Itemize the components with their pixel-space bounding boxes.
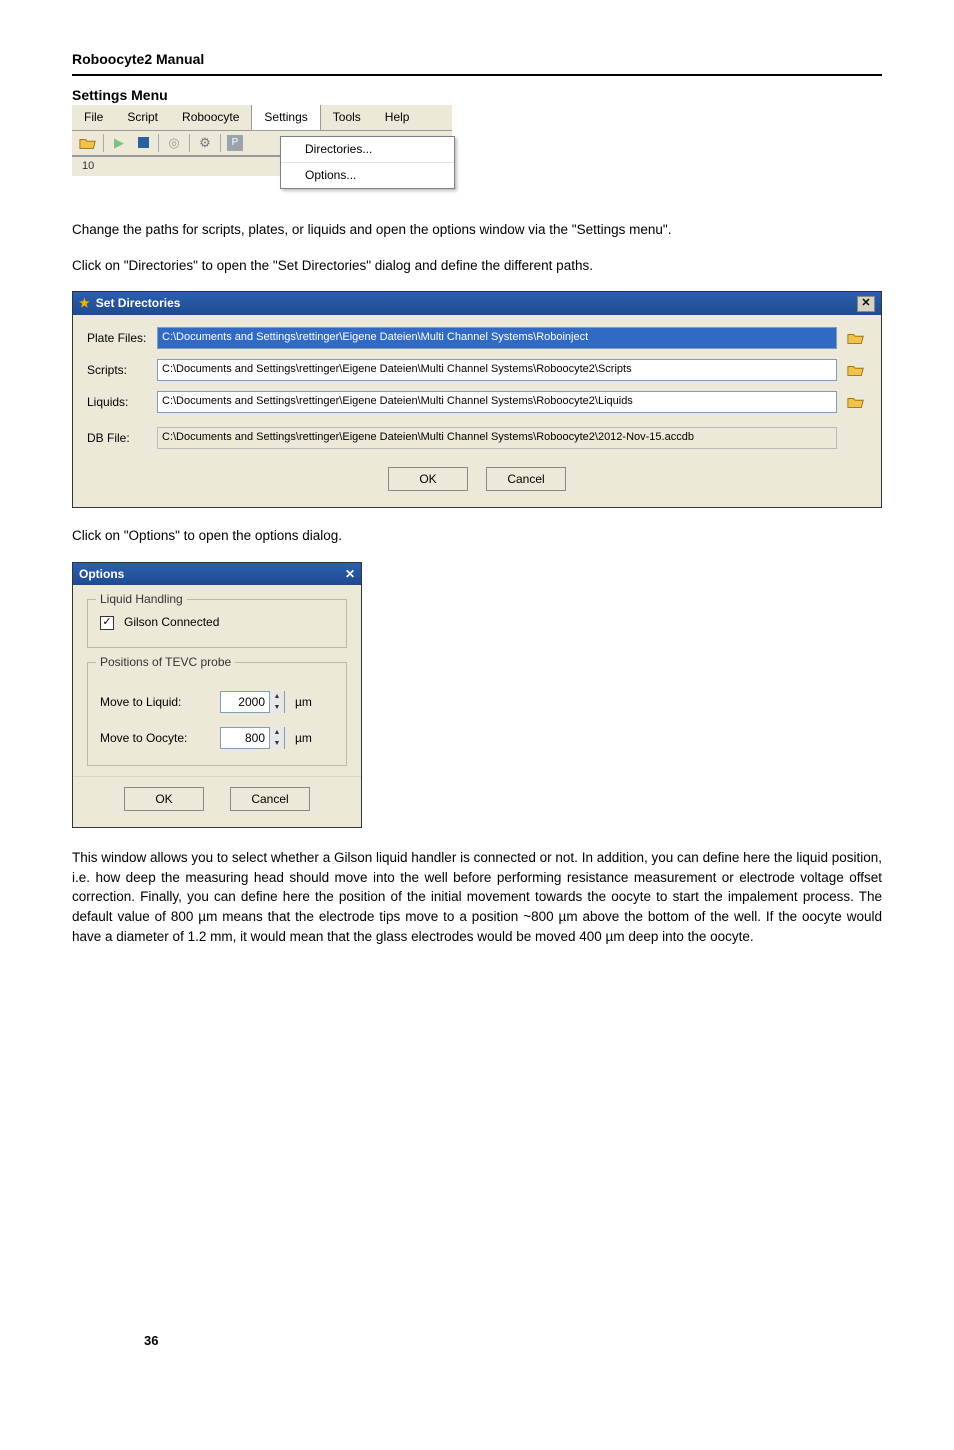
label-move-to-liquid: Move to Liquid: [100,694,210,711]
options-buttons: OK Cancel [73,776,361,827]
settings-dropdown: Directories... Options... [280,136,455,189]
toolbar-separator [189,134,190,152]
dialog-buttons: OK Cancel [87,467,867,491]
dialog-body: Plate Files: C:\Documents and Settings\r… [73,315,881,507]
field-liquids[interactable]: C:\Documents and Settings\rettinger\Eige… [157,391,837,413]
options-ok-button[interactable]: OK [124,787,204,811]
value-move-to-oocyte[interactable]: 800 [221,730,269,747]
row-db-file: DB File: C:\Documents and Settings\retti… [87,427,867,449]
menu-file[interactable]: File [72,105,115,130]
unit-move-to-liquid: µm [295,694,312,711]
unit-move-to-oocyte: µm [295,730,312,747]
play-icon[interactable]: ▶ [110,134,128,152]
checkbox-row: ✓ Gilson Connected [100,614,334,631]
label-liquids: Liquids: [87,394,157,411]
row-plate-files: Plate Files: C:\Documents and Settings\r… [87,327,867,349]
label-db-file: DB File: [87,430,157,447]
toolbar-separator [158,134,159,152]
menubar: File Script Roboocyte Settings Tools Hel… [72,105,452,131]
legend-liquid-handling: Liquid Handling [96,591,187,608]
paragraph-2: Click on "Directories" to open the "Set … [72,256,882,276]
row-move-to-liquid: Move to Liquid: 2000 ▲▼ µm [100,691,334,713]
menu-script[interactable]: Script [115,105,170,130]
set-directories-dialog: ★ Set Directories ✕ Plate Files: C:\Docu… [72,291,882,508]
row-scripts: Scripts: C:\Documents and Settings\retti… [87,359,867,381]
dialog-title: Set Directories [96,295,181,312]
browse-spacer [845,428,867,448]
star-icon: ★ [79,295,90,312]
section-title: Settings Menu [72,86,882,106]
spin-move-to-oocyte[interactable]: 800 ▲▼ [220,727,285,749]
field-plate-files[interactable]: C:\Documents and Settings\rettinger\Eige… [157,327,837,349]
dropdown-directories[interactable]: Directories... [281,137,454,163]
group-liquid-handling: Liquid Handling ✓ Gilson Connected [87,599,347,648]
menu-roboocyte[interactable]: Roboocyte [170,105,251,130]
row-move-to-oocyte: Move to Oocyte: 800 ▲▼ µm [100,727,334,749]
target-icon[interactable]: ◎ [165,134,183,152]
options-titlebar: Options ✕ [73,563,361,586]
label-scripts: Scripts: [87,362,157,379]
cancel-button[interactable]: Cancel [486,467,566,491]
p-icon[interactable]: P [227,135,243,151]
toolbar-separator [103,134,104,152]
menu-help[interactable]: Help [373,105,422,130]
field-scripts[interactable]: C:\Documents and Settings\rettinger\Eige… [157,359,837,381]
label-move-to-oocyte: Move to Oocyte: [100,730,210,747]
paragraph-4: This window allows you to select whether… [72,848,882,946]
page-number: 36 [144,1332,158,1350]
gear-icon[interactable]: ⚙ [196,134,214,152]
spin-move-to-liquid[interactable]: 2000 ▲▼ [220,691,285,713]
open-folder-icon[interactable] [79,134,97,152]
group-tevc-positions: Positions of TEVC probe Move to Liquid: … [87,662,347,766]
field-db-file: C:\Documents and Settings\rettinger\Eige… [157,427,837,449]
gilson-label: Gilson Connected [124,614,219,631]
stop-icon[interactable] [134,134,152,152]
doc-title: Roboocyte2 Manual [72,50,882,70]
row-liquids: Liquids: C:\Documents and Settings\retti… [87,391,867,413]
label-plate-files: Plate Files: [87,330,157,347]
menu-settings[interactable]: Settings [251,105,320,130]
browse-scripts[interactable] [845,360,867,380]
ok-button[interactable]: OK [388,467,468,491]
dropdown-options[interactable]: Options... [281,163,454,188]
hr [72,74,882,76]
paragraph-3: Click on "Options" to open the options d… [72,526,882,546]
close-icon[interactable]: ✕ [345,566,355,583]
gilson-checkbox[interactable]: ✓ [100,616,114,630]
options-title: Options [79,566,124,583]
browse-liquids[interactable] [845,392,867,412]
spin-arrows[interactable]: ▲▼ [269,727,284,749]
legend-tevc: Positions of TEVC probe [96,654,235,671]
spin-arrows[interactable]: ▲▼ [269,691,284,713]
menu-tools[interactable]: Tools [321,105,373,130]
close-icon[interactable]: ✕ [857,296,875,312]
paragraph-1: Change the paths for scripts, plates, or… [72,220,882,240]
browse-plate-files[interactable] [845,328,867,348]
toolbar-separator [220,134,221,152]
options-cancel-button[interactable]: Cancel [230,787,310,811]
value-move-to-liquid[interactable]: 2000 [221,694,269,711]
dialog-titlebar: ★ Set Directories ✕ [73,292,881,315]
options-dialog: Options ✕ Liquid Handling ✓ Gilson Conne… [72,562,362,829]
